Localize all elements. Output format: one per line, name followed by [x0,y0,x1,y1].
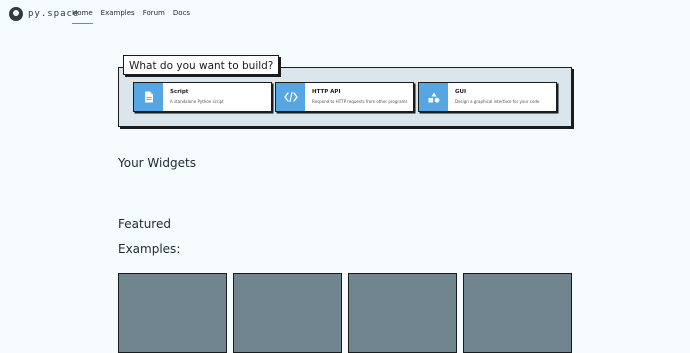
build-card-title: Script [170,89,189,95]
your-widgets-heading: Your Widgets [118,156,196,170]
shapes-icon [419,83,448,111]
build-card-title: HTTP API [312,89,341,95]
nav-docs[interactable]: Docs [173,9,190,24]
example-tile[interactable] [233,273,342,353]
examples-heading: Examples: [118,242,181,256]
build-card-description: A standalone Python script [170,99,224,104]
top-navigation-bar: py.space Home Examples Forum Docs [0,0,690,28]
logo[interactable]: py.space [9,7,79,21]
build-card-description: Design a graphical interface for your co… [455,99,540,104]
document-icon [134,83,163,111]
featured-heading: Featured [118,217,171,231]
build-card-gui[interactable]: GUI Design a graphical interface for you… [418,82,557,112]
nav-forum[interactable]: Forum [143,9,165,24]
example-tile[interactable] [463,273,572,353]
nav-home[interactable]: Home [72,9,93,24]
build-card-script[interactable]: Script A standalone Python script [133,82,272,112]
build-panel-title: What do you want to build? [123,55,280,75]
example-tile[interactable] [118,273,227,353]
build-card-http-api[interactable]: HTTP API Respond to HTTP requests from o… [275,82,414,112]
nav-examples[interactable]: Examples [101,9,135,24]
logo-icon [9,7,23,21]
main-nav: Home Examples Forum Docs [72,9,198,24]
build-card-title: GUI [455,89,467,95]
code-icon [276,83,305,111]
build-card-description: Respond to HTTP requests from other prog… [312,99,408,104]
example-tile[interactable] [348,273,457,353]
